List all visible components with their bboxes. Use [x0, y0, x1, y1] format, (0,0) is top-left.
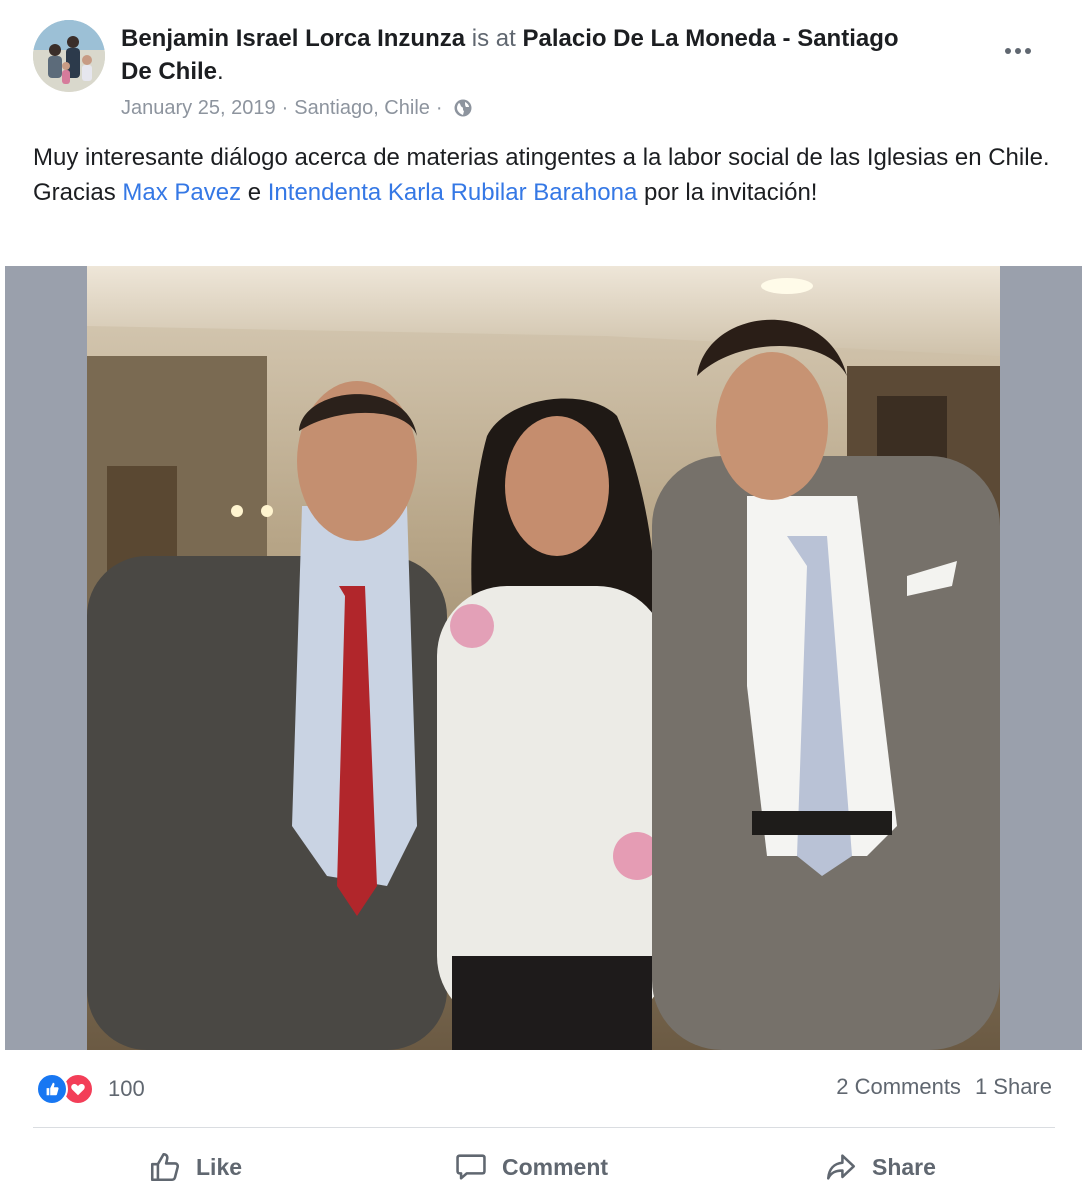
mention-link[interactable]: Intendenta Karla Rubilar Barahona [268, 179, 638, 206]
comment-label: Comment [502, 1153, 609, 1180]
engagement-stats: 2 Comments 1 Share [836, 1074, 1052, 1100]
more-dot [1005, 48, 1011, 54]
stats-gap [961, 1074, 975, 1100]
author-name[interactable]: Benjamin Israel Lorca Inzunza [121, 25, 465, 52]
globe-icon[interactable] [453, 98, 473, 118]
comment-button[interactable]: Comment [454, 1145, 608, 1189]
share-arrow-icon [826, 1154, 856, 1180]
comments-count-link[interactable]: 2 Comments [836, 1074, 961, 1100]
reactions-summary[interactable]: 100 [36, 1072, 145, 1106]
reaction-count: 100 [108, 1076, 145, 1101]
author-avatar[interactable] [33, 20, 105, 92]
more-dot [1015, 48, 1021, 54]
post-meta: January 25, 2019 · Santiago, Chile · [121, 94, 473, 122]
like-label: Like [196, 1153, 243, 1180]
post-text-part: e [241, 179, 268, 206]
footer-divider [33, 1127, 1055, 1128]
more-options-button[interactable] [998, 36, 1038, 66]
mention-link[interactable]: Max Pavez [122, 179, 241, 206]
thumbs-up-icon [150, 1152, 180, 1182]
is-at-text: is at [471, 25, 516, 52]
share-button[interactable]: Share [824, 1145, 936, 1189]
place-period: . [217, 58, 224, 85]
post-text-part: por la invitación! [637, 179, 818, 206]
post-card: Benjamin Israel Lorca Inzunza is at Pala… [0, 0, 1088, 1200]
post-location[interactable]: Santiago, Chile [294, 94, 430, 122]
post-text: Muy interesante diálogo acerca de materi… [33, 140, 1053, 210]
meta-separator: · [281, 97, 289, 119]
share-label: Share [872, 1153, 936, 1180]
post-date[interactable]: January 25, 2019 [121, 94, 276, 122]
meta-separator: · [435, 97, 443, 119]
like-reaction-icon [36, 1073, 68, 1105]
comment-bubble-icon [456, 1154, 486, 1180]
more-dot [1025, 48, 1031, 54]
shares-count-link[interactable]: 1 Share [975, 1074, 1052, 1100]
like-button[interactable]: Like [148, 1145, 242, 1189]
post-header: Benjamin Israel Lorca Inzunza is at Pala… [121, 22, 921, 88]
post-photo[interactable] [87, 266, 1000, 1050]
